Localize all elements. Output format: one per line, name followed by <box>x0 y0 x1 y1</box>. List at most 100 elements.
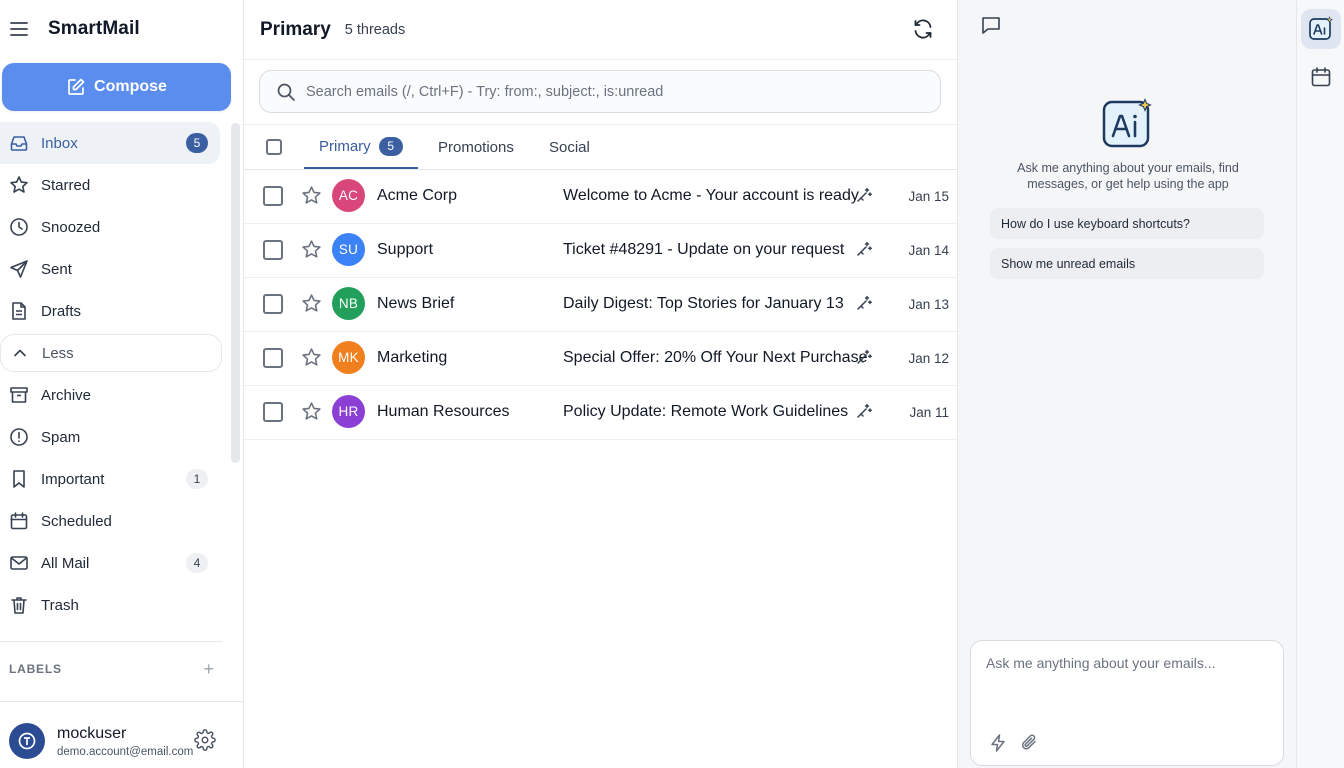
labels-divider <box>0 641 222 642</box>
email-date: Jan 12 <box>908 351 949 366</box>
folder-nav: Inbox 5 Starred Snoozed Sent Drafts Less… <box>0 122 228 626</box>
tab-promotions[interactable]: Promotions <box>438 125 514 169</box>
calendar-toggle[interactable] <box>1301 57 1341 97</box>
ai-assistant-panel: Ask me anything about your emails, find … <box>957 0 1296 768</box>
star-icon <box>302 294 321 312</box>
ai-summarize-button[interactable] <box>856 349 872 370</box>
star-icon <box>302 348 321 366</box>
sidebar-item-inbox[interactable]: Inbox 5 <box>0 122 220 164</box>
suggestion-chip[interactable]: Show me unread emails <box>990 248 1264 279</box>
new-chat-button[interactable] <box>980 14 1002 41</box>
settings-button[interactable] <box>194 729 216 756</box>
attach-button[interactable] <box>1020 733 1038 756</box>
quick-actions-button[interactable] <box>990 734 1006 757</box>
email-row[interactable]: AC Acme Corp Welcome to Acme - Your acco… <box>244 170 957 224</box>
email-subject: Welcome to Acme - Your account is ready <box>563 187 859 204</box>
important-count-badge: 1 <box>186 469 208 489</box>
star-toggle[interactable] <box>301 293 322 319</box>
sidebar-item-less[interactable]: Less <box>0 334 222 372</box>
magic-wand-icon <box>857 403 872 418</box>
refresh-button[interactable] <box>912 18 934 45</box>
tab-label: Promotions <box>438 138 514 156</box>
paperclip-icon <box>1021 734 1036 750</box>
lightning-icon <box>991 734 1005 752</box>
menu-button[interactable] <box>0 10 38 48</box>
email-row[interactable]: MK Marketing Special Offer: 20% Off Your… <box>244 332 957 386</box>
pencil-square-icon <box>68 78 85 95</box>
user-name: mockuser <box>57 724 127 742</box>
email-row[interactable]: SU Support Ticket #48291 - Update on you… <box>244 224 957 278</box>
star-toggle[interactable] <box>301 347 322 373</box>
tab-social[interactable]: Social <box>549 125 590 169</box>
ai-summarize-button[interactable] <box>856 187 872 208</box>
assistant-input[interactable] <box>986 655 1272 715</box>
sidebar-item-label: Archive <box>41 386 92 404</box>
row-checkbox[interactable] <box>263 294 283 314</box>
archive-icon <box>9 385 29 405</box>
sidebar-item-all-mail[interactable]: All Mail 4 <box>0 542 220 584</box>
hamburger-icon <box>10 22 28 36</box>
sidebar-item-archive[interactable]: Archive <box>0 374 220 416</box>
row-checkbox[interactable] <box>263 186 283 206</box>
row-checkbox[interactable] <box>263 402 283 422</box>
refresh-icon <box>914 19 932 39</box>
sender-name: Marketing <box>377 349 448 366</box>
magic-wand-icon <box>857 241 872 256</box>
star-icon <box>302 186 321 204</box>
sidebar-item-label: Spam <box>41 428 81 446</box>
labels-heading: LABELS <box>9 662 62 676</box>
brand-header: SmartMail <box>0 0 244 58</box>
sidebar-item-important[interactable]: Important 1 <box>0 458 220 500</box>
sidebar-item-label: Less <box>42 344 74 362</box>
sidebar-item-snoozed[interactable]: Snoozed <box>0 206 220 248</box>
ai-summarize-button[interactable] <box>856 295 872 316</box>
sidebar-item-spam[interactable]: Spam <box>0 416 220 458</box>
select-all-checkbox[interactable] <box>266 139 282 155</box>
tab-label: Primary <box>319 137 371 155</box>
sidebar-item-trash[interactable]: Trash <box>0 584 220 626</box>
tab-label: Social <box>549 138 590 156</box>
star-toggle[interactable] <box>301 401 322 427</box>
row-checkbox[interactable] <box>263 348 283 368</box>
search-input[interactable] <box>306 83 906 100</box>
row-checkbox[interactable] <box>263 240 283 260</box>
sidebar-item-starred[interactable]: Starred <box>0 164 220 206</box>
unread-count-badge: 5 <box>186 133 208 153</box>
email-date: Jan 11 <box>909 405 949 420</box>
suggestion-chip[interactable]: How do I use keyboard shortcuts? <box>990 208 1264 239</box>
sender-name: Human Resources <box>377 403 510 420</box>
sidebar-item-sent[interactable]: Sent <box>0 248 220 290</box>
email-row[interactable]: NB News Brief Daily Digest: Top Stories … <box>244 278 957 332</box>
ai-logo-icon <box>1101 98 1155 157</box>
ai-assistant-toggle[interactable] <box>1301 9 1341 49</box>
ai-summarize-button[interactable] <box>856 403 872 424</box>
ai-summarize-button[interactable] <box>856 241 872 262</box>
email-subject: Daily Digest: Top Stories for January 13 <box>563 295 844 312</box>
star-toggle[interactable] <box>301 185 322 211</box>
search-bar <box>259 70 941 113</box>
send-icon <box>9 259 29 279</box>
sidebar-item-label: Scheduled <box>41 512 112 530</box>
sidebar-item-drafts[interactable]: Drafts <box>0 290 220 332</box>
sender-name: Acme Corp <box>377 187 458 204</box>
sidebar-item-label: Starred <box>41 176 91 194</box>
sidebar: SmartMail Compose Inbox 5 Starred Snooze… <box>0 0 244 768</box>
add-label-button[interactable]: + <box>203 660 214 678</box>
email-date: Jan 13 <box>908 297 949 312</box>
sidebar-item-scheduled[interactable]: Scheduled <box>0 500 220 542</box>
assistant-intro: Ask me anything about your emails, find … <box>1017 161 1239 191</box>
app-name: SmartMail <box>48 18 140 39</box>
avatar[interactable] <box>9 723 45 759</box>
tab-primary[interactable]: Primary 5 <box>304 125 418 169</box>
email-date: Jan 14 <box>908 243 949 258</box>
category-tabs: Primary 5 Promotions Social <box>244 125 957 170</box>
sender-avatar: HR <box>332 395 365 428</box>
thread-count: 5 threads <box>344 21 406 38</box>
sidebar-scrollbar[interactable] <box>231 123 240 463</box>
chat-bubble-icon <box>982 17 1000 34</box>
star-toggle[interactable] <box>301 239 322 265</box>
email-row[interactable]: HR Human Resources Policy Update: Remote… <box>244 386 957 440</box>
sender-name: Support <box>377 241 434 258</box>
email-subject: Policy Update: Remote Work Guidelines <box>563 403 849 420</box>
compose-button[interactable]: Compose <box>2 63 231 111</box>
